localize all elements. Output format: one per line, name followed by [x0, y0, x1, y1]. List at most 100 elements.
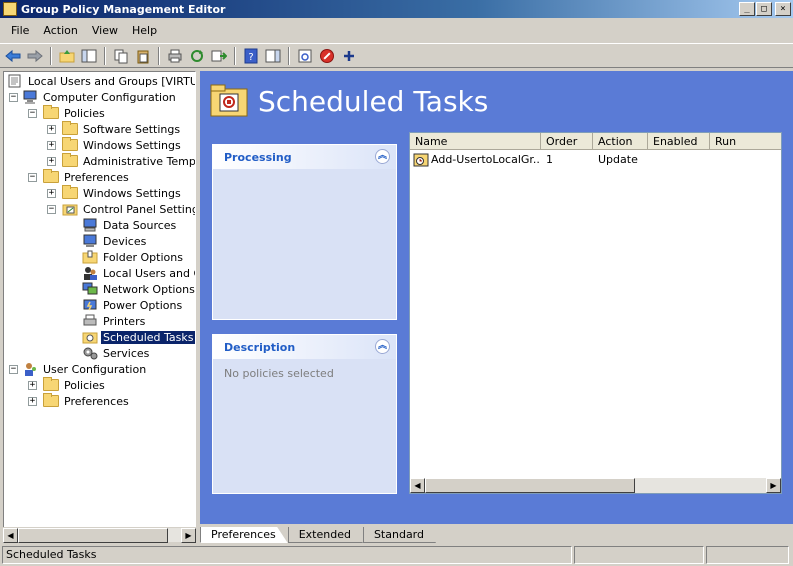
expand-toggle[interactable]: +: [47, 140, 56, 150]
show-hide-action-pane-icon[interactable]: [263, 46, 283, 66]
column-header-order[interactable]: Order: [541, 133, 593, 149]
collapse-panel-icon[interactable]: ︽: [375, 149, 390, 164]
scroll-right-icon[interactable]: ▶: [181, 528, 196, 543]
scrollbar-thumb[interactable]: [18, 528, 168, 543]
tree-item-local-users-and-groups[interactable]: Local Users and Gr: [82, 265, 195, 281]
tree-item-software-settings[interactable]: + Software Settings: [47, 121, 182, 137]
tree-label: Software Settings: [83, 122, 181, 136]
column-header-action[interactable]: Action: [593, 133, 648, 149]
tree-item-windows-settings[interactable]: + Windows Settings: [47, 137, 183, 153]
minimize-button[interactable]: _: [739, 2, 755, 16]
add-icon[interactable]: [339, 46, 359, 66]
refresh-icon[interactable]: [187, 46, 207, 66]
processing-panel: Processing ︽: [212, 144, 397, 320]
help-icon[interactable]: ?: [241, 46, 261, 66]
folder-icon: [62, 121, 78, 135]
show-hide-tree-icon[interactable]: [79, 46, 99, 66]
tree-item-devices[interactable]: Devices: [82, 233, 148, 249]
expand-toggle[interactable]: +: [47, 156, 56, 166]
menu-help[interactable]: Help: [125, 23, 164, 38]
tree-label: Computer Configuration: [43, 90, 176, 104]
scroll-left-icon[interactable]: ◀: [410, 478, 425, 493]
scheduled-tasks-list: Name Order Action Enabled Run Add-Userto…: [409, 132, 782, 494]
collapse-toggle[interactable]: −: [9, 92, 18, 102]
menu-view[interactable]: View: [85, 23, 125, 38]
scroll-right-icon[interactable]: ▶: [766, 478, 781, 493]
tree-item-user-configuration[interactable]: − User Configuration: [9, 361, 148, 377]
scrollbar-thumb[interactable]: [425, 478, 635, 493]
export-list-icon[interactable]: [209, 46, 229, 66]
expand-toggle[interactable]: +: [47, 124, 56, 134]
tab-extended[interactable]: Extended: [287, 527, 363, 543]
scheduled-tasks-large-icon: [210, 83, 248, 117]
tree-label: Scheduled Tasks: [101, 330, 195, 344]
title-bar: Group Policy Management Editor _ □ ×: [0, 0, 793, 18]
network-icon: [82, 282, 98, 296]
up-folder-icon[interactable]: [57, 46, 77, 66]
back-icon[interactable]: [3, 46, 23, 66]
tree-item-control-panel-settings[interactable]: − Control Panel Settings: [47, 201, 195, 217]
menu-file[interactable]: File: [4, 23, 36, 38]
tree-item-user-policies[interactable]: + Policies: [28, 377, 107, 393]
folder-icon: [62, 137, 78, 151]
tree-item-folder-options[interactable]: Folder Options: [82, 249, 185, 265]
tree-item-administrative-templates[interactable]: + Administrative Templat: [47, 153, 196, 169]
tab-preferences[interactable]: Preferences: [200, 527, 288, 543]
tree-label: Windows Settings: [83, 186, 181, 200]
collapse-panel-icon[interactable]: ︽: [375, 339, 390, 354]
maximize-button[interactable]: □: [756, 2, 772, 16]
expand-toggle[interactable]: +: [47, 188, 56, 198]
power-icon: [82, 298, 98, 312]
close-button[interactable]: ×: [775, 2, 791, 16]
data-sources-icon: [82, 218, 98, 232]
tree-item-computer-configuration[interactable]: − Computer Configuration: [9, 89, 178, 105]
description-text: No policies selected: [224, 367, 334, 380]
tree-label: Local Users and Gr: [103, 266, 195, 280]
tree-label: Windows Settings: [83, 138, 181, 152]
copy-icon[interactable]: [111, 46, 131, 66]
tree-item-scheduled-tasks[interactable]: Scheduled Tasks: [82, 329, 195, 345]
tree-label: Administrative Templat: [83, 154, 196, 168]
collapse-toggle[interactable]: −: [28, 172, 37, 182]
tab-standard[interactable]: Standard: [362, 527, 436, 543]
paste-icon[interactable]: [133, 46, 153, 66]
collapse-toggle[interactable]: −: [28, 108, 37, 118]
tree-item-preferences[interactable]: − Preferences: [28, 169, 131, 185]
tree-item-pref-windows-settings[interactable]: + Windows Settings: [47, 185, 183, 201]
list-horizontal-scrollbar[interactable]: ◀ ▶: [410, 478, 781, 493]
tree-horizontal-scrollbar[interactable]: ◀ ▶: [3, 527, 196, 543]
tree-item-printers[interactable]: Printers: [82, 313, 147, 329]
tree-label: Power Options: [103, 298, 183, 312]
column-header-run[interactable]: Run: [710, 133, 780, 149]
collapse-toggle[interactable]: −: [47, 204, 56, 214]
print-icon[interactable]: [165, 46, 185, 66]
stop-icon[interactable]: [317, 46, 337, 66]
task-name: Add-UsertoLocalGr...: [431, 153, 541, 166]
collapse-toggle[interactable]: −: [9, 364, 18, 374]
folder-icon: [43, 377, 59, 391]
folder-icon: [62, 185, 78, 199]
control-panel-folder-icon: [62, 202, 78, 216]
menu-action[interactable]: Action: [36, 23, 84, 38]
expand-toggle[interactable]: +: [28, 380, 37, 390]
column-header-enabled[interactable]: Enabled: [648, 133, 710, 149]
tree-label: User Configuration: [43, 362, 147, 376]
expand-toggle[interactable]: +: [28, 396, 37, 406]
forward-icon[interactable]: [25, 46, 45, 66]
table-row[interactable]: Add-UsertoLocalGr... 1 Update: [410, 151, 781, 168]
scroll-left-icon[interactable]: ◀: [3, 528, 18, 543]
list-header: Name Order Action Enabled Run: [410, 133, 781, 150]
tree-item-policies[interactable]: − Policies: [28, 105, 107, 121]
computer-icon: [22, 90, 38, 104]
tree-item-data-sources[interactable]: Data Sources: [82, 217, 178, 233]
properties-icon[interactable]: [295, 46, 315, 66]
services-gear-icon: [82, 346, 98, 360]
tree-item-root[interactable]: Local Users and Groups [VIRTUALA: [7, 73, 195, 89]
tree-item-network-options[interactable]: Network Options: [82, 281, 195, 297]
details-pane: Scheduled Tasks Processing ︽ Description…: [200, 71, 793, 524]
tree-item-user-preferences[interactable]: + Preferences: [28, 393, 131, 409]
column-header-name[interactable]: Name: [410, 133, 541, 149]
tree-label: Network Options: [103, 282, 195, 296]
tree-item-power-options[interactable]: Power Options: [82, 297, 184, 313]
tree-item-services[interactable]: Services: [82, 345, 151, 361]
